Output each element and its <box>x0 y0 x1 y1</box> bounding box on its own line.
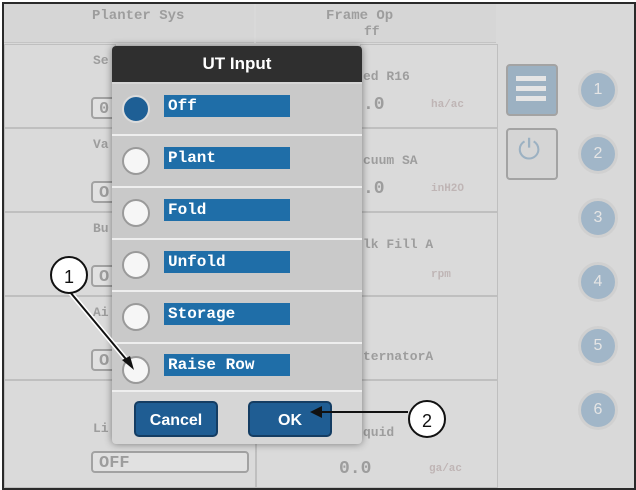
callout-1-arrow <box>69 291 131 365</box>
screen-frame: Planter Sys Frame Op ff Se 0 Va O Bu O A… <box>2 2 636 490</box>
callout-2: 2 <box>408 400 446 438</box>
callout-arrows <box>68 290 408 418</box>
callout-1: 1 <box>50 256 88 294</box>
callout-2-arrowhead <box>310 406 322 418</box>
